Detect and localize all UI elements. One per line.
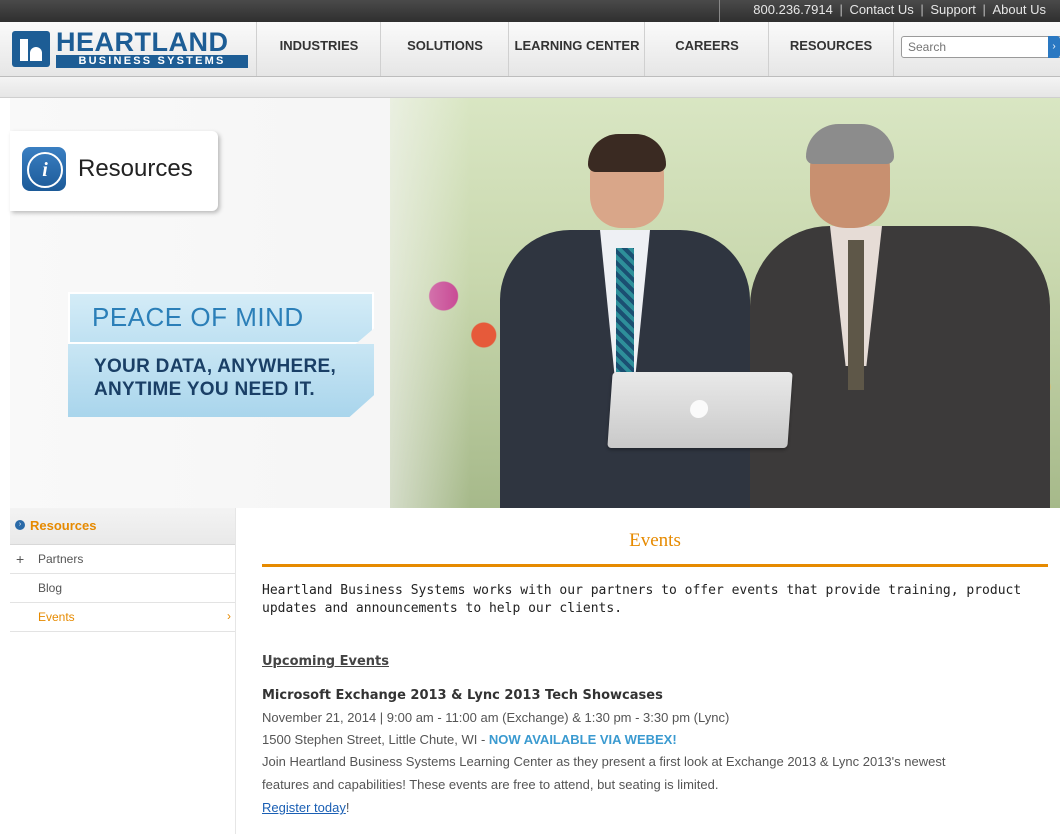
register-suffix: !: [345, 800, 350, 815]
event-location-line: 1500 Stephen Street, Little Chute, WI - …: [262, 732, 677, 747]
utility-bar: 800.236.7914 | Contact Us | Support | Ab…: [0, 0, 1060, 22]
header-strip: [0, 77, 1060, 98]
sidebar-heading-label: Resources: [30, 518, 97, 533]
nav-industries[interactable]: INDUSTRIES: [256, 22, 381, 76]
plus-icon: +: [16, 551, 25, 567]
support-link[interactable]: Support: [930, 2, 976, 17]
contact-us-link[interactable]: Contact Us: [849, 2, 913, 17]
sidebar-item-label: Partners: [38, 552, 84, 566]
utility-divider: [719, 0, 720, 22]
banner-line-2: ANYTIME YOU NEED IT.: [94, 379, 316, 400]
chevron-right-icon: ›: [227, 609, 231, 623]
logo-mark-icon: [12, 31, 50, 67]
bullet-arrow-icon: ›: [15, 520, 25, 530]
logo-subtitle: BUSINESS SYSTEMS: [56, 55, 248, 68]
sidebar-nav: › Resources + Partners Blog Events ›: [10, 508, 236, 834]
phone-link[interactable]: 800.236.7914: [753, 2, 833, 17]
section-label: Resources: [78, 155, 193, 182]
event-location: 1500 Stephen Street, Little Chute, WI -: [262, 732, 489, 747]
site-header: HEARTLAND BUSINESS SYSTEMS INDUSTRIES SO…: [0, 22, 1060, 77]
register-today-link[interactable]: Register today: [262, 800, 346, 815]
logo-name: HEARTLAND: [56, 27, 229, 57]
heartland-logo[interactable]: HEARTLAND BUSINESS SYSTEMS: [12, 27, 248, 69]
page-title: Events: [629, 530, 681, 551]
sidebar-item-blog[interactable]: Blog: [10, 574, 235, 603]
sidebar-item-label: Events: [38, 610, 75, 624]
upcoming-events-heading: Upcoming Events: [262, 654, 389, 669]
hero-person-right: [750, 124, 1050, 508]
about-us-link[interactable]: About Us: [993, 2, 1046, 17]
hero-person-left: [490, 134, 760, 508]
nav-careers[interactable]: CAREERS: [644, 22, 769, 76]
banner-headline: PEACE OF MIND: [92, 302, 304, 332]
title-divider: [262, 564, 1048, 567]
search-input[interactable]: [901, 36, 1060, 58]
resources-section-tab: i Resources: [10, 131, 218, 211]
nav-learning-center[interactable]: LEARNING CENTER: [508, 22, 645, 76]
apple-logo-icon: [689, 400, 709, 418]
utility-links: 800.236.7914 | Contact Us | Support | Ab…: [753, 2, 1046, 17]
peace-of-mind-banner[interactable]: PEACE OF MIND YOUR DATA, ANYWHERE, ANYTI…: [68, 292, 374, 417]
sidebar-item-events[interactable]: Events ›: [10, 603, 235, 632]
register-line: Register today!: [262, 800, 349, 815]
main-content: Events Heartland Business Systems works …: [262, 508, 1048, 834]
intro-paragraph: Heartland Business Systems works with ou…: [262, 583, 1022, 616]
event-description-1: Join Heartland Business Systems Learning…: [262, 754, 946, 769]
sidebar-item-partners[interactable]: + Partners: [10, 545, 235, 574]
laptop-image: [607, 372, 793, 448]
event-datetime: November 21, 2014 | 9:00 am - 11:00 am (…: [262, 710, 730, 725]
event-description-2: features and capabilities! These events …: [262, 777, 719, 792]
webex-notice: NOW AVAILABLE VIA WEBEX!: [488, 732, 677, 747]
nav-resources[interactable]: RESOURCES: [768, 22, 894, 76]
sidebar-item-label: Blog: [38, 581, 63, 595]
event-title: Microsoft Exchange 2013 & Lync 2013 Tech…: [262, 688, 663, 703]
banner-line-1: YOUR DATA, ANYWHERE,: [94, 356, 337, 377]
nav-solutions[interactable]: SOLUTIONS: [380, 22, 509, 76]
sidebar-heading[interactable]: › Resources: [10, 508, 235, 545]
search-button[interactable]: ›: [1048, 36, 1060, 58]
info-icon: i: [22, 147, 66, 191]
